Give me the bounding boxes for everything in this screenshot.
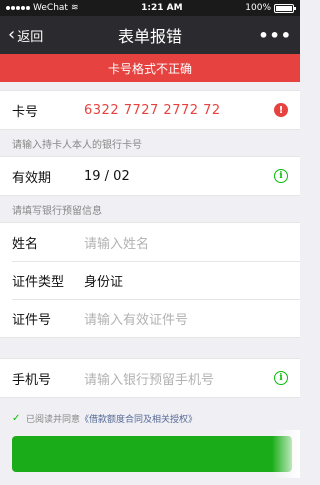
agreement-row: ✓ 已阅读并同意 《借款额度合同及相关授权》 xyxy=(0,404,300,432)
info-icon[interactable]: i xyxy=(274,169,288,183)
more-button[interactable]: ••• xyxy=(258,26,292,45)
phone-input[interactable]: 请输入银行预留手机号 xyxy=(84,369,274,388)
warning-icon[interactable]: ! xyxy=(274,103,288,117)
name-label: 姓名 xyxy=(12,236,39,252)
id-type-row[interactable]: 证件类型 身份证 xyxy=(0,261,300,299)
battery-fill xyxy=(276,5,292,11)
status-time: 1:21 AM xyxy=(141,3,183,13)
name-input[interactable]: 请输入姓名 xyxy=(84,233,288,252)
name-row[interactable]: 姓名 请输入姓名 xyxy=(0,223,300,261)
carrier-name: WeChat xyxy=(33,3,68,13)
agreement-text: 已阅读并同意 xyxy=(26,414,81,425)
chevron-left-icon: ‹ xyxy=(8,24,16,45)
tip-cardholder: 请输入持卡人本人的银行卡号 xyxy=(12,139,142,151)
expiry-group: 有效期 19 / 02 i xyxy=(0,156,300,196)
card-number-row[interactable]: 卡号 6322 7727 2772 72 ! xyxy=(0,91,300,129)
expiry-field[interactable]: 19 / 02 xyxy=(84,169,274,184)
back-label: 返回 xyxy=(17,29,44,45)
phone-group: 手机号 请输入银行预留手机号 i xyxy=(0,358,300,398)
reserved-info-group: 姓名 请输入姓名 证件类型 身份证 证件号 请输入有效证件号 xyxy=(0,222,300,338)
id-type-select[interactable]: 身份证 xyxy=(84,271,288,290)
back-button[interactable]: ‹ 返回 xyxy=(8,26,43,45)
id-number-input[interactable]: 请输入有效证件号 xyxy=(84,309,288,328)
info-icon[interactable]: i xyxy=(274,371,288,385)
id-number-row[interactable]: 证件号 请输入有效证件号 xyxy=(0,299,300,337)
battery-percent: 100% xyxy=(245,3,271,13)
id-number-label: 证件号 xyxy=(12,312,52,328)
wifi-icon: ≋ xyxy=(70,3,79,13)
submit-button[interactable] xyxy=(12,436,292,472)
card-number-label: 卡号 xyxy=(12,104,39,120)
status-left: WeChat ≋ xyxy=(6,3,79,13)
submit-fade xyxy=(272,430,300,478)
expiry-row[interactable]: 有效期 19 / 02 i xyxy=(0,157,300,195)
error-banner: 卡号格式不正确 xyxy=(0,54,300,82)
id-type-label: 证件类型 xyxy=(12,274,65,290)
page-title: 表单报错 xyxy=(117,27,182,46)
signal-icon xyxy=(6,6,30,10)
status-right: 100% xyxy=(245,3,296,13)
nav-bar: ‹ 返回 表单报错 ••• xyxy=(0,16,300,54)
phone-label: 手机号 xyxy=(12,372,52,388)
agreement-link[interactable]: 《借款额度合同及相关授权》 xyxy=(80,412,197,425)
card-number-field[interactable]: 6322 7727 2772 72 xyxy=(84,103,274,118)
phone-row[interactable]: 手机号 请输入银行预留手机号 i xyxy=(0,359,300,397)
status-bar: WeChat ≋ 1:21 AM 100% xyxy=(0,0,300,16)
battery-icon xyxy=(274,3,296,13)
expiry-label: 有效期 xyxy=(12,170,52,186)
card-group: 卡号 6322 7727 2772 72 ! xyxy=(0,90,300,130)
tip-reserved: 请填写银行预留信息 xyxy=(12,205,102,217)
checkbox-check-icon[interactable]: ✓ xyxy=(12,413,22,424)
